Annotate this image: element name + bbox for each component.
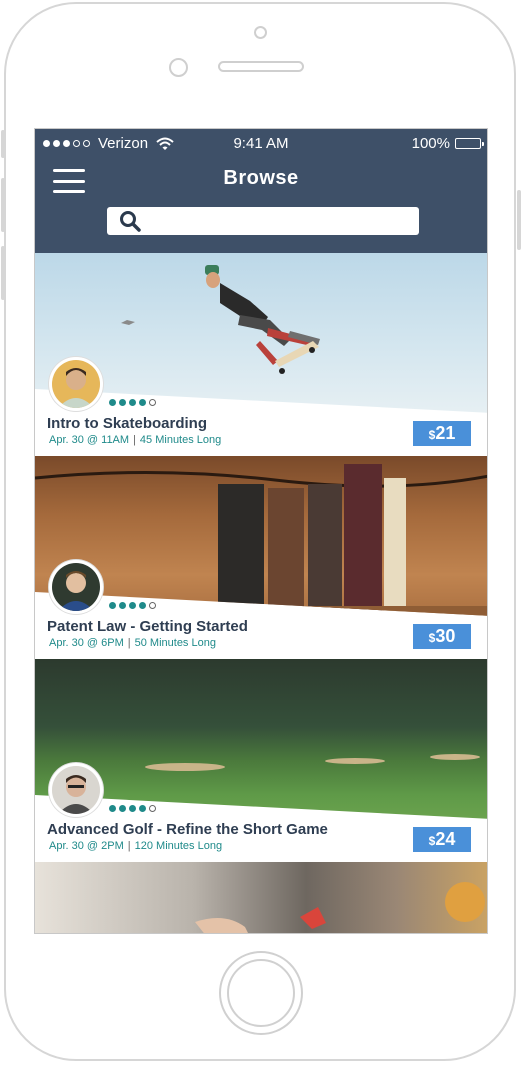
instructor-avatar[interactable] [49, 357, 103, 411]
battery-status: 100% [411, 135, 484, 152]
battery-icon [455, 138, 484, 149]
rating-dot-filled [119, 399, 126, 406]
price-button[interactable]: $24 [413, 827, 471, 852]
class-image-origami [35, 862, 487, 933]
price-amount: 24 [435, 829, 456, 849]
class-meta: Apr. 30 @ 11AM | 45 Minutes Long [49, 434, 221, 446]
rating-dot-filled [119, 805, 126, 812]
rating-dot-filled [109, 399, 116, 406]
meta-separator: | [127, 840, 131, 852]
price-amount: 30 [435, 626, 456, 646]
class-title: Patent Law - Getting Started [47, 618, 248, 635]
proximity-sensor [169, 58, 188, 77]
rating-dot-filled [119, 602, 126, 609]
rating-dot-filled [129, 602, 136, 609]
rating-dot-empty [149, 805, 156, 812]
class-list: Intro to Skateboarding Apr. 30 @ 11AM | 45… [35, 253, 487, 933]
rating-dot-empty [149, 602, 156, 609]
price-button[interactable]: $21 [413, 421, 471, 446]
rating-dot-filled [139, 805, 146, 812]
class-duration: 120 Minutes Long [134, 840, 223, 852]
rating-dots [109, 805, 156, 812]
rating-dot-empty [149, 399, 156, 406]
home-button[interactable] [219, 951, 303, 1035]
class-card[interactable] [35, 862, 487, 933]
side-button-power [517, 190, 521, 250]
battery-percent: 100% [411, 135, 450, 152]
search-bar[interactable] [107, 206, 419, 236]
price-currency: $ [428, 834, 436, 848]
class-card[interactable]: Intro to Skateboarding Apr. 30 @ 11AM | 45… [35, 253, 487, 456]
class-meta: Apr. 30 @ 6PM | 50 Minutes Long [49, 637, 216, 649]
rating-dot-filled [109, 602, 116, 609]
search-input[interactable] [149, 206, 419, 236]
class-date: Apr. 30 @ 11AM [49, 434, 130, 446]
side-button-volume-down [1, 246, 5, 300]
price-currency: $ [428, 428, 436, 442]
app-screen: Verizon 9:41 AM 100% Browse Intro to Ska… [34, 128, 488, 934]
class-meta: Apr. 30 @ 2PM | 120 Minutes Long [49, 840, 222, 852]
page-title: Browse [223, 167, 299, 189]
earpiece-speaker [218, 61, 304, 72]
price-amount: 21 [435, 423, 456, 443]
instructor-avatar[interactable] [49, 560, 103, 614]
class-image-skateboarder [35, 253, 487, 413]
side-button-mute [1, 130, 5, 158]
class-title: Intro to Skateboarding [47, 415, 208, 432]
class-duration: 45 Minutes Long [139, 434, 222, 446]
search-icon [120, 211, 141, 232]
front-camera [254, 26, 267, 39]
class-image-law-books [35, 456, 487, 616]
class-title: Advanced Golf - Refine the Short Game [47, 821, 328, 838]
class-card[interactable]: Patent Law - Getting Started Apr. 30 @ 6… [35, 456, 487, 659]
rating-dot-filled [139, 399, 146, 406]
rating-dot-filled [129, 399, 136, 406]
rating-dot-filled [129, 805, 136, 812]
price-currency: $ [428, 631, 436, 645]
meta-separator: | [133, 434, 136, 446]
status-bar: Verizon 9:41 AM 100% [35, 129, 487, 157]
price-button[interactable]: $30 [413, 624, 471, 649]
class-duration: 50 Minutes Long [134, 637, 216, 649]
class-date: Apr. 30 @ 2PM [49, 840, 124, 852]
rating-dot-filled [109, 805, 116, 812]
instructor-avatar[interactable] [49, 763, 103, 817]
class-image-golf-course [35, 659, 487, 819]
rating-dots [109, 602, 156, 609]
side-button-volume-up [1, 178, 5, 232]
class-card[interactable]: Advanced Golf - Refine the Short Game Ap… [35, 659, 487, 862]
class-date: Apr. 30 @ 6PM [49, 637, 124, 649]
app-header: Verizon 9:41 AM 100% Browse [35, 129, 487, 253]
rating-dots [109, 399, 156, 406]
rating-dot-filled [139, 602, 146, 609]
meta-separator: | [127, 637, 131, 649]
